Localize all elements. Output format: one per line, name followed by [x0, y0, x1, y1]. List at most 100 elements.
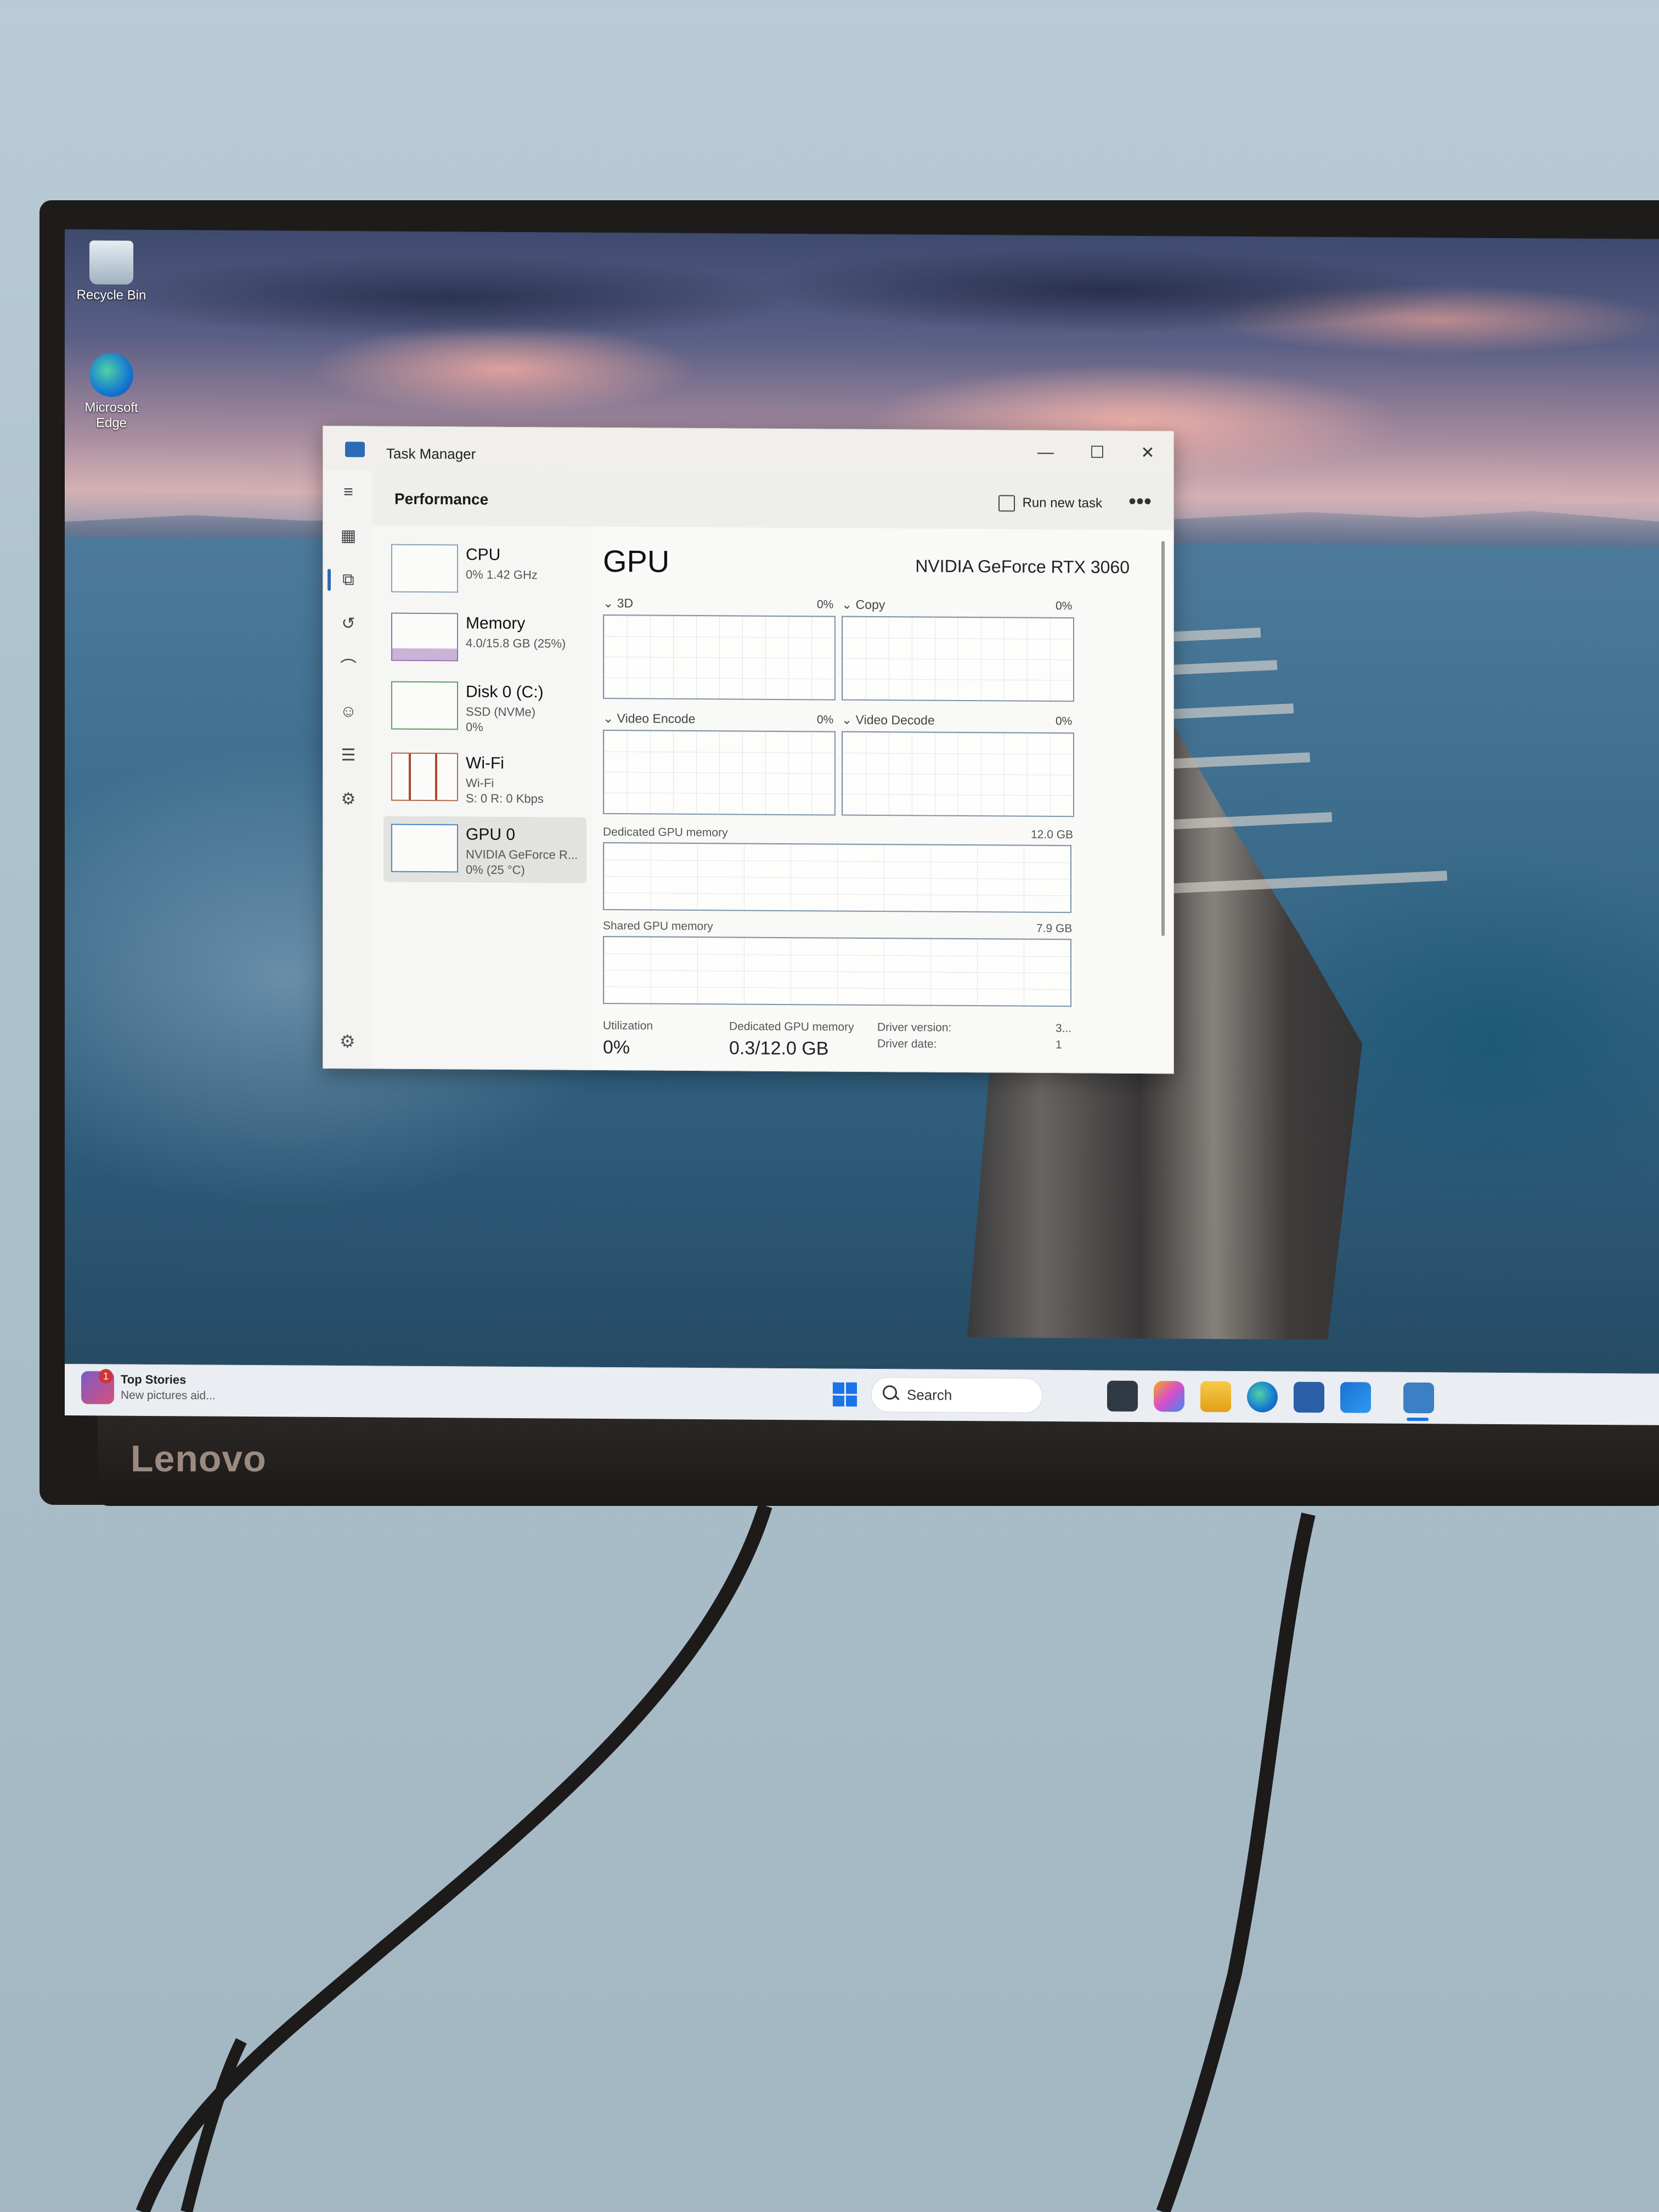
run-new-task-button[interactable]: Run new task	[998, 495, 1102, 512]
utilization-label: Utilization	[603, 1019, 653, 1032]
driver-version-value: 3...	[1056, 1022, 1072, 1035]
close-button[interactable]: ✕	[1124, 437, 1171, 470]
startup-apps-icon[interactable]: ⌒	[338, 658, 358, 678]
device-name: Memory	[466, 614, 526, 633]
wifi-spike	[435, 754, 437, 800]
disk-mini-graph	[391, 681, 458, 730]
recycle-bin-icon	[89, 240, 133, 285]
processes-icon[interactable]: ▦	[338, 526, 358, 546]
wallpaper-clouds	[65, 229, 1659, 404]
title-bar[interactable]: Task Manager — ☐ ✕	[323, 426, 1173, 476]
monitor-brand-logo: Lenovo	[131, 1438, 267, 1480]
dedicated-memory-label: Dedicated GPU memory	[603, 825, 728, 839]
page-header: Performance Run new task •••	[373, 470, 1173, 531]
window-title: Task Manager	[386, 445, 476, 462]
engine-3d-value: 0%	[817, 598, 834, 611]
dedicated-memory-max: 12.0 GB	[1031, 828, 1074, 842]
device-detail: 0%	[466, 720, 483, 734]
engine-video-decode-graph	[842, 731, 1074, 817]
nav-selection-indicator	[328, 568, 331, 591]
scrollbar[interactable]	[1161, 541, 1165, 936]
device-detail: NVIDIA GeForce R...	[466, 847, 578, 862]
device-detail: 0% (25 °C)	[466, 862, 525, 877]
engine-3d-graph	[603, 614, 836, 701]
device-list: CPU 0% 1.42 GHz Memory 4.0/15.8 GB (25%)…	[373, 525, 592, 1070]
desktop-icon-label: Microsoft Edge	[84, 400, 138, 431]
cable	[1156, 1513, 1316, 2212]
services-icon[interactable]: ⚙	[338, 789, 358, 809]
search-icon	[883, 1385, 897, 1400]
maximize-button[interactable]: ☐	[1074, 436, 1121, 470]
start-button[interactable]	[833, 1382, 857, 1407]
monitor-chin	[98, 1415, 1659, 1506]
engine-copy-graph	[842, 616, 1074, 702]
users-icon[interactable]: ☺	[338, 702, 358, 721]
details-icon[interactable]: ☰	[338, 746, 358, 765]
file-explorer-icon[interactable]	[1107, 1380, 1138, 1412]
gpu-mini-graph	[391, 823, 458, 873]
driver-version-label: Driver version:	[877, 1021, 952, 1034]
performance-icon[interactable]: ⧉	[338, 570, 358, 590]
screen: Recycle Bin Microsoft Edge Task Manager …	[65, 229, 1659, 1425]
device-memory[interactable]: Memory 4.0/15.8 GB (25%)	[383, 605, 586, 672]
run-task-icon	[998, 495, 1015, 512]
taskbar-search[interactable]: Search	[871, 1376, 1042, 1413]
device-cpu[interactable]: CPU 0% 1.42 GHz	[383, 537, 586, 603]
engine-copy-label[interactable]: ⌄ Copy	[842, 597, 885, 612]
wifi-mini-graph	[391, 752, 458, 802]
shared-memory-max: 7.9 GB	[1036, 922, 1073, 935]
task-manager-icon[interactable]	[1403, 1382, 1434, 1414]
device-name: Wi-Fi	[466, 754, 504, 772]
device-detail: S: 0 R: 0 Kbps	[466, 791, 544, 806]
widget-subtitle: New pictures aid...	[121, 1389, 216, 1402]
device-name: Disk 0 (C:)	[466, 682, 544, 702]
edge-browser-icon	[89, 353, 133, 397]
memory-fill	[392, 648, 457, 661]
edge-icon[interactable]	[1247, 1381, 1278, 1413]
more-options-button[interactable]: •••	[1128, 489, 1152, 514]
minimize-button[interactable]: —	[1022, 436, 1069, 470]
engine-3d-label[interactable]: ⌄ 3D	[603, 596, 633, 611]
start-tile	[833, 1382, 844, 1394]
task-manager-window: Task Manager — ☐ ✕ ≡ ▦ ⧉ ↺ ⌒ ☺ ☰ ⚙ ⚙ Per…	[323, 425, 1174, 1074]
copilot-icon[interactable]	[1154, 1381, 1184, 1412]
engine-copy-value: 0%	[1056, 600, 1073, 613]
wifi-spike	[409, 753, 411, 800]
device-detail: Wi-Fi	[466, 776, 494, 790]
driver-date-label: Driver date:	[877, 1037, 937, 1051]
start-tile	[845, 1382, 857, 1394]
cable	[180, 2038, 247, 2212]
store-icon[interactable]	[1294, 1381, 1324, 1413]
widget-title: Top Stories	[121, 1372, 187, 1387]
settings-icon[interactable]: ⚙	[340, 1031, 356, 1052]
app-history-icon[interactable]: ↺	[338, 614, 358, 634]
hamburger-icon[interactable]: ≡	[338, 482, 358, 502]
folder-icon[interactable]	[1200, 1381, 1231, 1412]
gpu-title: GPU	[603, 543, 670, 579]
dedicated-stat-value: 0.3/12.0 GB	[729, 1037, 829, 1059]
active-app-indicator	[1407, 1417, 1429, 1421]
device-detail: 4.0/15.8 GB (25%)	[466, 636, 566, 651]
task-manager-app-icon	[345, 442, 365, 458]
dedicated-memory-graph	[603, 842, 1071, 913]
device-gpu[interactable]: GPU 0 NVIDIA GeForce R... 0% (25 °C)	[383, 816, 586, 883]
desktop-icon-edge[interactable]: Microsoft Edge	[76, 353, 147, 431]
desktop-icon-label: Recycle Bin	[76, 287, 146, 303]
device-disk[interactable]: Disk 0 (C:) SSD (NVMe) 0%	[383, 674, 586, 741]
cpu-mini-graph	[391, 544, 458, 593]
device-detail: SSD (NVMe)	[466, 704, 536, 719]
device-name: CPU	[466, 545, 501, 564]
engine-video-decode-label[interactable]: ⌄ Video Decode	[842, 713, 935, 728]
engine-video-encode-value: 0%	[817, 713, 834, 726]
notification-badge: 1	[99, 1369, 113, 1384]
taskbar: 1 Top Stories New pictures aid... Search	[65, 1364, 1659, 1425]
engine-video-decode-value: 0%	[1056, 715, 1073, 728]
run-new-task-label: Run new task	[1022, 495, 1102, 511]
cable	[136, 1504, 772, 2212]
device-name: GPU 0	[466, 825, 516, 844]
desktop-icon-recycle-bin[interactable]: Recycle Bin	[76, 240, 147, 303]
device-wifi[interactable]: Wi-Fi Wi-Fi S: 0 R: 0 Kbps	[383, 745, 586, 812]
outlook-icon[interactable]	[1340, 1382, 1371, 1413]
engine-video-encode-label[interactable]: ⌄ Video Encode	[603, 711, 695, 726]
start-tile	[833, 1395, 844, 1407]
